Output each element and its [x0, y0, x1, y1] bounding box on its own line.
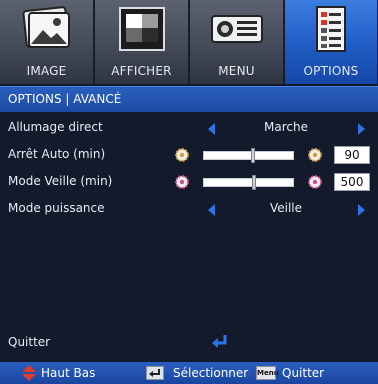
- tab-options-label: OPTIONS: [303, 64, 359, 78]
- slider-knob[interactable]: [251, 148, 255, 163]
- tab-image[interactable]: IMAGE: [0, 0, 94, 84]
- projector-icon: [210, 15, 263, 43]
- tab-menu[interactable]: MENU: [190, 0, 284, 84]
- slider-knob[interactable]: [252, 175, 256, 190]
- tab-options[interactable]: OPTIONS: [285, 0, 378, 84]
- section-header: OPTIONS | AVANCÉ: [0, 86, 378, 112]
- image-icon: [22, 6, 70, 48]
- footer-select-label: Sélectionner: [173, 366, 249, 380]
- up-down-arrow-icon: [22, 365, 36, 381]
- increase-icon[interactable]: [308, 148, 322, 162]
- quitter-label: Quitter: [8, 335, 51, 349]
- options-list-icon: [316, 6, 346, 52]
- arret-auto-label: Arrêt Auto (min): [8, 147, 106, 161]
- osd-menu: IMAGE AFFICHER MENU OPTIONS OPTIONS | AV…: [0, 0, 378, 384]
- allumage-direct-label: Allumage direct: [8, 120, 103, 134]
- enter-icon[interactable]: [210, 333, 230, 351]
- row-mode-puissance[interactable]: Mode puissance Veille: [0, 197, 378, 221]
- tab-menu-label: MENU: [218, 64, 255, 78]
- mode-veille-label: Mode Veille (min): [8, 174, 113, 188]
- enter-key-icon: [146, 366, 164, 380]
- left-arrow-icon[interactable]: [208, 123, 215, 135]
- footer-quit-label: Quitter: [282, 366, 325, 380]
- row-arret-auto[interactable]: Arrêt Auto (min) 90: [0, 143, 378, 167]
- mode-puissance-value: Veille: [269, 201, 303, 215]
- mode-veille-value[interactable]: 500: [334, 173, 370, 191]
- display-icon: [118, 7, 165, 51]
- mode-veille-slider[interactable]: [203, 175, 294, 190]
- footer-nav-label: Haut Bas: [41, 366, 96, 380]
- row-mode-veille[interactable]: Mode Veille (min) 500: [0, 170, 378, 194]
- arret-auto-value[interactable]: 90: [334, 146, 370, 164]
- footer-bar: Haut Bas Sélectionner Menu Quitter: [0, 362, 378, 384]
- tab-bar: IMAGE AFFICHER MENU OPTIONS: [0, 0, 378, 84]
- row-quitter[interactable]: Quitter: [0, 331, 378, 355]
- tab-image-label: IMAGE: [26, 64, 67, 78]
- mode-puissance-label: Mode puissance: [8, 201, 105, 215]
- section-title: OPTIONS | AVANCÉ: [8, 92, 122, 106]
- right-arrow-icon[interactable]: [358, 204, 365, 216]
- tab-afficher[interactable]: AFFICHER: [95, 0, 189, 84]
- increase-icon[interactable]: [308, 175, 322, 189]
- menu-key-icon: Menu: [256, 366, 279, 380]
- left-arrow-icon[interactable]: [208, 204, 215, 216]
- allumage-direct-value: Marche: [264, 120, 308, 134]
- decrease-icon[interactable]: [175, 175, 189, 189]
- tab-afficher-label: AFFICHER: [111, 64, 172, 78]
- row-allumage-direct[interactable]: Allumage direct Marche: [0, 116, 378, 140]
- decrease-icon[interactable]: [175, 148, 189, 162]
- right-arrow-icon[interactable]: [358, 123, 365, 135]
- arret-auto-slider[interactable]: [203, 148, 294, 163]
